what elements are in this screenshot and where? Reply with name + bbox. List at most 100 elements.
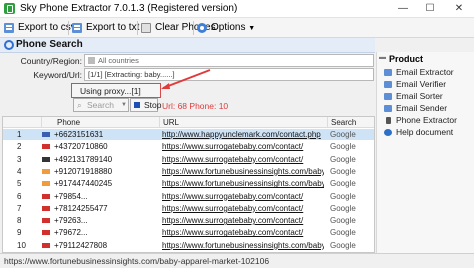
options-menu[interactable]: Options ▼ [195,20,255,36]
url-link[interactable]: https://www.fortunebusinessinsights.com/… [162,166,324,177]
country-flag-icon [42,181,50,187]
mail-icon [384,69,392,76]
url-phone-stats: Url: 68 Phone: 10 [162,101,229,111]
dropdown-arrow-icon: ▼ [248,25,256,32]
search-globe-icon [4,40,14,50]
url-link[interactable]: https://www.surrogatebaby.com/contact/ [162,227,324,238]
clear-icon [141,23,151,33]
url-link[interactable]: https://www.surrogatebaby.com/contact/ [162,141,324,152]
app-phone-icon [4,3,15,14]
table-row[interactable]: 1 +6623151631 http://www.happyunclemark.co… [3,129,374,141]
column-header-url[interactable]: URL [159,117,327,128]
country-flag-icon [42,132,50,137]
window-title: Sky Phone Extractor 7.0.1.3 (Registered … [20,3,238,14]
table-row[interactable]: 7 +78124255477 https://www.surrogatebaby.c… [3,203,374,214]
phone-cell: +79112427808 [54,240,108,250]
product-help-document[interactable]: Help document [384,127,453,137]
options-label: Options [211,22,246,33]
country-flag-icon [42,193,50,199]
table-row[interactable]: 10 +79112427808 https://www.fortunebusines… [3,240,374,251]
phone-cell: +79672... [54,228,88,238]
url-link[interactable]: https://www.surrogatebaby.com/contact/ [162,203,324,214]
search-button-label: Search [87,100,114,110]
country-flag-icon [42,230,50,236]
toolbar: Export to csv Export to txt Clear Phones… [0,18,474,38]
title-bar: Sky Phone Extractor 7.0.1.3 (Registered … [0,0,474,18]
country-flag-icon [88,57,95,64]
product-item-label: Email Sender [396,103,448,113]
mail-icon [384,105,392,112]
product-email-verifier[interactable]: Email Verifier [384,79,446,89]
proxy-status-box: Using proxy...[1] [71,83,161,98]
close-button[interactable]: ✕ [444,0,474,18]
product-panel: Product Email Extractor Email Verifier E… [376,52,474,253]
search-engine-cell: Google [330,142,356,152]
table-row[interactable]: 4 +912071918880 https://www.fortunebusines… [3,166,374,177]
search-engine-cell: Google [330,228,356,238]
product-email-sender[interactable]: Email Sender [384,103,447,113]
table-row[interactable]: 3 +492131789140 https://www.surrogatebaby.… [3,154,374,165]
phone-search-title: Phone Search [16,39,83,50]
phone-cell: +917447440245 [54,179,113,189]
column-header-index [3,117,41,128]
search-engine-cell: Google [330,130,356,139]
annotation-arrow-head [161,83,170,89]
mail-icon [384,93,392,100]
help-icon [384,129,392,136]
product-phone-extractor[interactable]: Phone Extractor [384,115,457,125]
phone-cell: +912071918880 [54,166,113,176]
url-link[interactable]: http://www.happyunclemark.com/contact.ph… [162,129,324,140]
search-engine-cell: Google [330,216,356,226]
row-number: 9 [17,228,22,238]
search-engine-cell: Google [330,203,356,213]
column-header-phone[interactable]: Phone [41,117,159,128]
toolbar-separator [68,21,69,35]
product-email-sorter[interactable]: Email Sorter [384,91,443,101]
search-engine-cell: Google [330,166,356,176]
phone-cell: +79263... [54,216,88,226]
url-link[interactable]: https://www.surrogatebaby.com/contact/ [162,154,324,165]
country-select[interactable]: All countries [84,54,374,67]
toolbar-separator [137,21,138,35]
country-flag-icon [42,156,50,162]
stop-button[interactable]: Stop [130,98,162,112]
keyword-input[interactable]: [1/1] [Extracting: baby......] [84,68,374,81]
url-link[interactable]: https://www.surrogatebaby.com/contact/ [162,215,324,226]
row-number: 6 [17,191,22,201]
url-link[interactable]: https://www.fortunebusinessinsights.com/… [162,178,324,189]
country-value: All countries [98,56,139,65]
country-flag-icon [42,242,50,248]
table-row[interactable]: 8 +79263... https://www.surrogatebaby.com/… [3,215,374,226]
table-row[interactable]: 6 +79854... https://www.surrogatebaby.com/… [3,191,374,202]
product-item-label: Email Extractor [396,67,454,77]
row-number: 3 [17,154,22,164]
search-dropdown-arrow-icon[interactable]: ▼ [121,98,130,112]
phone-cell: +492131789140 [54,154,113,164]
table-row[interactable]: 9 +79672... https://www.surrogatebaby.com/… [3,227,374,238]
row-number: 2 [17,142,22,152]
status-url: https://www.fortunebusinessinsights.com/… [4,256,270,266]
maximize-button[interactable]: ☐ [417,0,443,18]
product-email-extractor[interactable]: Email Extractor [384,67,454,77]
stop-button-label: Stop [144,100,162,110]
export-icon [4,23,14,33]
country-flag-icon [42,168,50,174]
table-row[interactable]: 2 +43720710860 https://www.surrogatebaby.c… [3,141,374,152]
results-table[interactable]: Phone URL Search Engine 1 +6623151631 http… [2,116,375,253]
column-header-search-engine[interactable]: Search Engine [327,117,374,138]
search-engine-cell: Google [330,191,356,201]
table-row[interactable]: 5 +917447440245 https://www.fortunebusines… [3,178,374,189]
proxy-status-text: Using proxy...[1] [80,86,141,96]
minimize-button[interactable]: — [390,0,416,18]
row-number: 4 [17,166,22,176]
url-link[interactable]: https://www.fortunebusinessinsights.com/… [162,240,324,251]
keyword-label: Keyword/Url: [33,70,82,80]
product-item-label: Email Sorter [396,91,443,101]
country-label: Country/Region: [20,56,82,66]
product-item-label: Email Verifier [396,79,447,89]
row-number: 10 [17,240,26,250]
product-item-label: Help document [396,127,454,137]
url-link[interactable]: https://www.surrogatebaby.com/contact/ [162,191,324,202]
row-number: 1 [17,130,22,139]
search-engine-cell: Google [330,154,356,164]
